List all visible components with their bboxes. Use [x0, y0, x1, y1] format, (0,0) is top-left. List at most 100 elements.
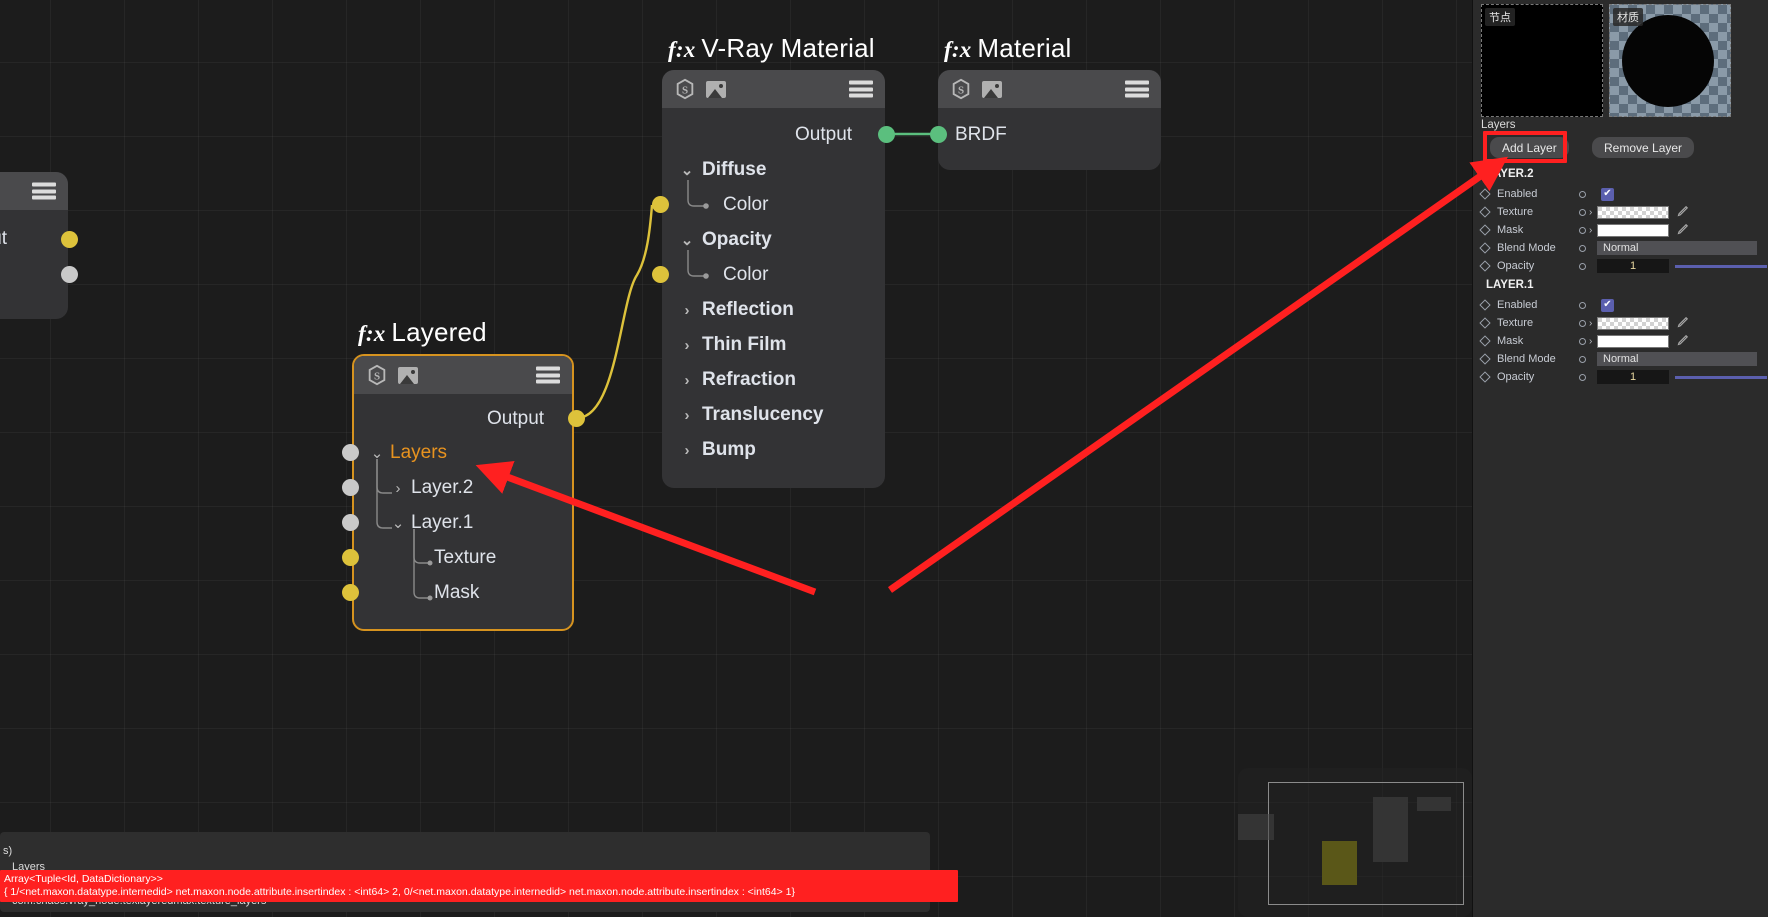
vray-row-diffuse-color[interactable]: Color: [723, 194, 768, 216]
layered-port-dot-layers[interactable]: [342, 444, 359, 461]
texture-swatch[interactable]: [1597, 316, 1669, 330]
layered-port-dot-texture[interactable]: [342, 549, 359, 566]
hamburger-menu-icon[interactable]: [1125, 80, 1149, 98]
checkbox-enabled[interactable]: ✔: [1601, 187, 1614, 201]
mask-swatch[interactable]: [1597, 223, 1669, 237]
opacity-value-field[interactable]: 1: [1597, 259, 1669, 273]
left-partial-node-body[interactable]: [0, 172, 68, 319]
chevron-right-icon[interactable]: ›: [680, 407, 694, 424]
track-circle-icon[interactable]: [1579, 319, 1586, 327]
chevron-down-icon[interactable]: ⌄: [680, 161, 694, 179]
chevron-right-icon[interactable]: ›: [391, 480, 405, 497]
chevron-right-icon[interactable]: ›: [1589, 207, 1597, 218]
track-circle-icon[interactable]: [1579, 301, 1586, 309]
keyframe-diamond-icon[interactable]: [1479, 260, 1491, 272]
keyframe-diamond-icon[interactable]: [1479, 353, 1491, 365]
vray-row-reflection[interactable]: › Reflection: [680, 299, 794, 321]
layered-output-dot[interactable]: [568, 410, 585, 427]
layered-port-dot-layer1[interactable]: [342, 514, 359, 531]
vray-row-diffuse[interactable]: ⌄ Diffuse: [680, 159, 767, 181]
vray-row-refraction[interactable]: › Refraction: [680, 369, 796, 391]
keyframe-diamond-icon[interactable]: [1479, 188, 1491, 200]
track-circle-icon[interactable]: [1579, 373, 1586, 381]
vray-row-bump[interactable]: › Bump: [680, 439, 756, 461]
blend-mode-select[interactable]: Normal: [1597, 241, 1757, 255]
vray-port-dot-diffuse-color[interactable]: [652, 196, 669, 213]
track-circle-icon[interactable]: [1579, 226, 1586, 234]
chevron-right-icon[interactable]: ›: [680, 337, 694, 354]
hamburger-menu-icon[interactable]: [849, 80, 873, 98]
material-node-body[interactable]: S: [938, 70, 1161, 170]
layered-row-layer2[interactable]: › Layer.2: [391, 477, 474, 499]
keyframe-diamond-icon[interactable]: [1479, 242, 1491, 254]
opacity-slider[interactable]: [1675, 375, 1767, 379]
prop-row-layer1-mask[interactable]: Mask ›: [1479, 332, 1768, 350]
chevron-right-icon[interactable]: ›: [680, 372, 694, 389]
chevron-down-icon[interactable]: ⌄: [391, 514, 405, 532]
node-editor-canvas[interactable]: Output Alpha f:xLayered S: [0, 0, 1472, 917]
track-circle-icon[interactable]: [1579, 355, 1586, 363]
vray-output-dot[interactable]: [878, 126, 895, 143]
eyedropper-icon[interactable]: [1675, 223, 1689, 237]
layered-row-layers[interactable]: ⌄ Layers: [370, 442, 447, 464]
checkbox-enabled[interactable]: ✔: [1601, 298, 1614, 312]
material-node-header[interactable]: S: [938, 70, 1161, 108]
port-dot-output[interactable]: [61, 231, 78, 248]
eyedropper-icon[interactable]: [1675, 316, 1689, 330]
prop-row-layer1-opacity[interactable]: Opacity 1: [1479, 368, 1768, 386]
chevron-right-icon[interactable]: ›: [680, 442, 694, 459]
chevron-right-icon[interactable]: ›: [1589, 318, 1597, 329]
vray-node-header[interactable]: S: [662, 70, 885, 108]
vray-row-translucency[interactable]: › Translucency: [680, 404, 824, 426]
preview-thumbnail-material[interactable]: 材质: [1609, 4, 1731, 117]
texture-swatch[interactable]: [1597, 205, 1669, 219]
layered-node-header[interactable]: S: [354, 356, 572, 394]
layered-row-layer1[interactable]: ⌄ Layer.1: [391, 512, 474, 534]
keyframe-diamond-icon[interactable]: [1479, 317, 1491, 329]
keyframe-diamond-icon[interactable]: [1479, 224, 1491, 236]
prop-row-layer2-enabled[interactable]: Enabled ✔: [1479, 185, 1768, 203]
vray-row-thin-film[interactable]: › Thin Film: [680, 334, 787, 356]
opacity-slider[interactable]: [1675, 264, 1767, 268]
track-circle-icon[interactable]: [1579, 244, 1586, 252]
chevron-right-icon[interactable]: ›: [680, 302, 694, 319]
minimap[interactable]: [1238, 768, 1472, 917]
material-input-dot-brdf[interactable]: [930, 126, 947, 143]
left-partial-node-header[interactable]: [0, 172, 68, 210]
vray-port-dot-opacity-color[interactable]: [652, 266, 669, 283]
layered-row-texture[interactable]: Texture: [434, 547, 496, 569]
keyframe-diamond-icon[interactable]: [1479, 206, 1491, 218]
opacity-value-field[interactable]: 1: [1597, 370, 1669, 384]
prop-row-layer1-blend-mode[interactable]: Blend Mode Normal: [1479, 350, 1768, 368]
keyframe-diamond-icon[interactable]: [1479, 371, 1491, 383]
port-dot-alpha[interactable]: [61, 266, 78, 283]
layered-port-dot-layer2[interactable]: [342, 479, 359, 496]
eyedropper-icon[interactable]: [1675, 205, 1689, 219]
keyframe-diamond-icon[interactable]: [1479, 299, 1491, 311]
chevron-down-icon[interactable]: ⌄: [370, 444, 384, 462]
prop-row-layer2-texture[interactable]: Texture ›: [1479, 203, 1768, 221]
track-circle-icon[interactable]: [1579, 190, 1586, 198]
track-circle-icon[interactable]: [1579, 262, 1586, 270]
chevron-right-icon[interactable]: ›: [1589, 336, 1597, 347]
vray-row-opacity[interactable]: ⌄ Opacity: [680, 229, 772, 251]
prop-row-layer2-mask[interactable]: Mask ›: [1479, 221, 1768, 239]
chevron-right-icon[interactable]: ›: [1589, 225, 1597, 236]
track-circle-icon[interactable]: [1579, 208, 1586, 216]
chevron-down-icon[interactable]: ⌄: [680, 231, 694, 249]
prop-row-layer2-opacity[interactable]: Opacity 1: [1479, 257, 1768, 275]
layered-port-dot-mask[interactable]: [342, 584, 359, 601]
blend-mode-select[interactable]: Normal: [1597, 352, 1757, 366]
eyedropper-icon[interactable]: [1675, 334, 1689, 348]
track-circle-icon[interactable]: [1579, 337, 1586, 345]
hamburger-menu-icon[interactable]: [32, 182, 56, 200]
layered-row-mask[interactable]: Mask: [434, 582, 479, 604]
attribute-manager-panel[interactable]: 节点 材质 Layers Add Layer Remove Layer LAYE…: [1472, 0, 1768, 917]
prop-row-layer1-enabled[interactable]: Enabled ✔: [1479, 296, 1768, 314]
prop-row-layer1-texture[interactable]: Texture ›: [1479, 314, 1768, 332]
minimap-viewport-frame[interactable]: [1268, 782, 1464, 905]
mask-swatch[interactable]: [1597, 334, 1669, 348]
prop-row-layer2-blend-mode[interactable]: Blend Mode Normal: [1479, 239, 1768, 257]
keyframe-diamond-icon[interactable]: [1479, 335, 1491, 347]
vray-row-opacity-color[interactable]: Color: [723, 264, 768, 286]
